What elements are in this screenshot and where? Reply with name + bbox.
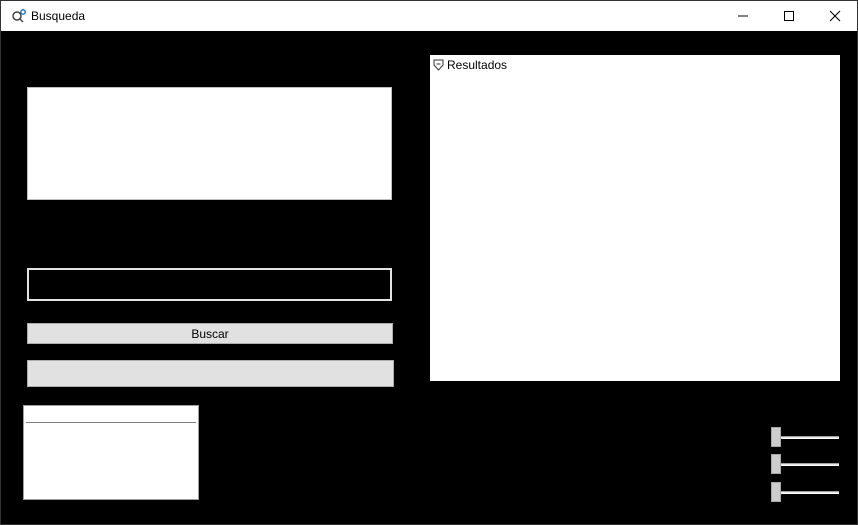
- query-textbox[interactable]: [27, 87, 392, 200]
- secondary-button[interactable]: [27, 360, 394, 387]
- search-gear-icon: [11, 8, 27, 24]
- slider-thumb[interactable]: [771, 454, 781, 474]
- results-panel[interactable]: Resultados: [430, 55, 840, 381]
- results-icon: [433, 59, 444, 71]
- slider-thumb[interactable]: [771, 427, 781, 447]
- slider-3[interactable]: [771, 482, 839, 502]
- search-button[interactable]: Buscar: [27, 323, 393, 344]
- slider-1[interactable]: [771, 427, 839, 447]
- window-title: Busqueda: [31, 9, 86, 23]
- title-bar[interactable]: Busqueda: [1, 1, 857, 31]
- results-label: Resultados: [447, 58, 508, 72]
- close-icon: [829, 10, 841, 22]
- slider-track: [775, 491, 839, 494]
- maximize-icon: [784, 11, 794, 21]
- slider-2[interactable]: [771, 454, 839, 474]
- maximize-button[interactable]: [766, 1, 812, 31]
- slider-track: [775, 463, 839, 466]
- list-header-divider: [26, 422, 196, 423]
- close-button[interactable]: [812, 1, 858, 31]
- slider-thumb[interactable]: [771, 482, 781, 502]
- slider-track: [775, 436, 839, 439]
- search-input[interactable]: [27, 268, 392, 301]
- client-area: Buscar Resultados: [1, 31, 857, 524]
- minimize-icon: [738, 15, 748, 17]
- results-header[interactable]: Resultados: [433, 58, 507, 72]
- app-window: Busqueda Buscar Resultados: [0, 0, 858, 525]
- list-view[interactable]: [23, 405, 199, 500]
- minimize-button[interactable]: [720, 1, 766, 31]
